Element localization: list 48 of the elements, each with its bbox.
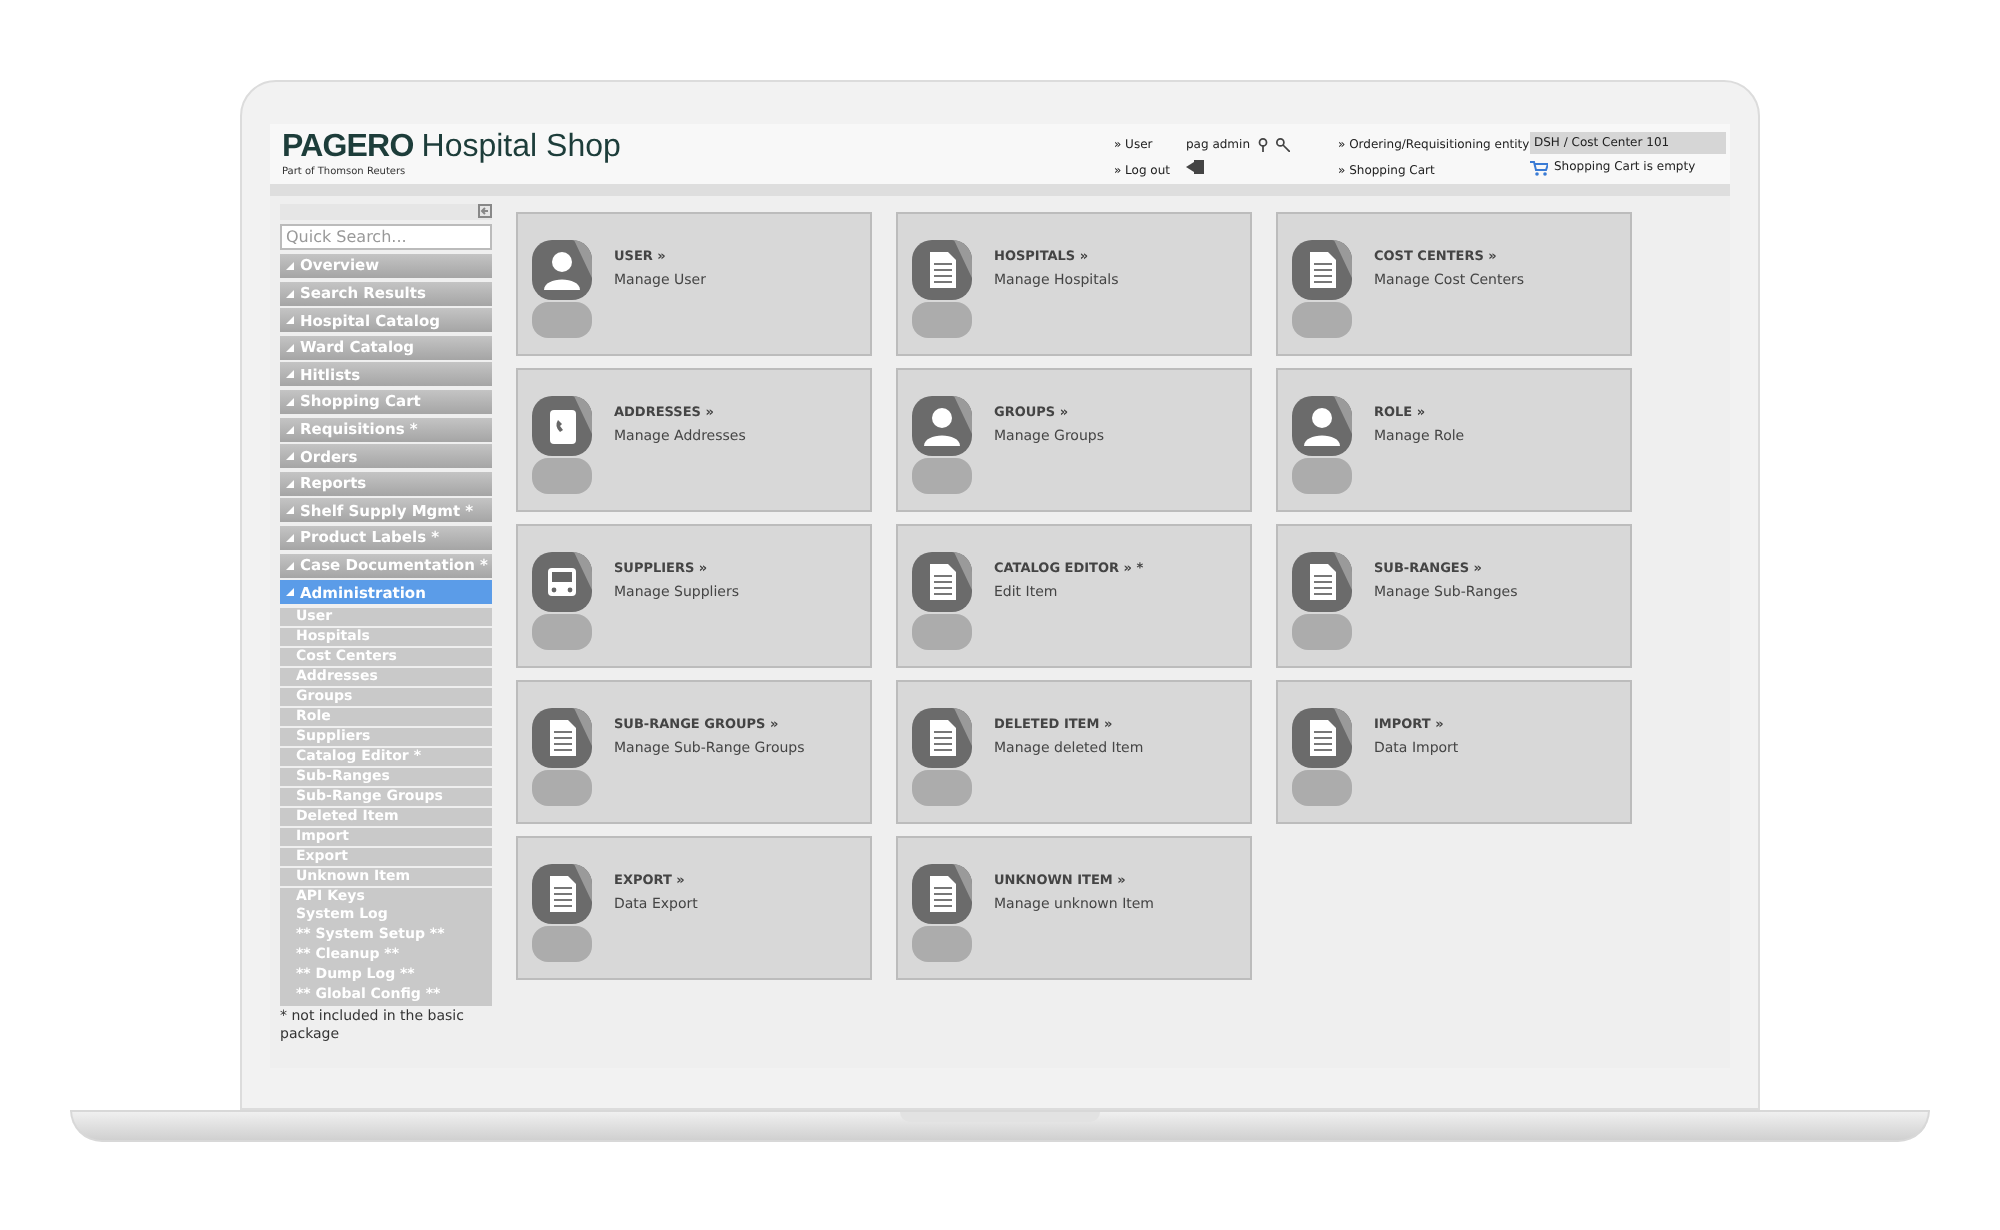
arrow-icon [286, 370, 294, 379]
icon-reflection [530, 302, 594, 338]
document-icon [530, 706, 594, 770]
address-book-icon [530, 394, 594, 458]
icon-reflection [530, 770, 594, 806]
arrow-icon [286, 533, 294, 542]
user-icon [1290, 394, 1354, 458]
document-icon [1290, 550, 1354, 614]
document-icon [910, 550, 974, 614]
arrow-icon [286, 506, 294, 515]
icon-reflection [530, 614, 594, 650]
user-icon [910, 394, 974, 458]
arrow-icon [286, 588, 294, 597]
icon-reflection [530, 926, 594, 962]
icon-reflection [910, 458, 974, 494]
icon-reflection [1290, 614, 1354, 650]
icon-reflection [530, 458, 594, 494]
arrow-icon [286, 479, 294, 488]
document-icon [910, 706, 974, 770]
truck-icon [530, 550, 594, 614]
icon-reflection [910, 302, 974, 338]
product-name: Hospital Shop [421, 132, 621, 164]
document-icon [1290, 706, 1354, 770]
document-icon [910, 862, 974, 926]
icon-reflection [1290, 770, 1354, 806]
shopping-cart-icon[interactable] [1530, 159, 1548, 175]
arrow-icon [286, 561, 294, 570]
arrow-icon [286, 397, 294, 406]
arrow-icon [286, 316, 294, 325]
brand-logo[interactable]: PAGERO [282, 132, 414, 164]
arrow-icon [286, 452, 294, 461]
document-icon [1290, 238, 1354, 302]
arrow-icon [286, 425, 294, 434]
arrow-icon [286, 343, 294, 352]
icon-reflection [910, 614, 974, 650]
icon-reflection [1290, 458, 1354, 494]
key-icon[interactable] [1256, 138, 1271, 152]
logout-icon[interactable] [1186, 160, 1204, 174]
arrow-icon [286, 289, 294, 298]
document-icon [910, 238, 974, 302]
icon-reflection [910, 926, 974, 962]
search-field[interactable]: Quick Search... [280, 224, 492, 250]
icon-reflection [910, 770, 974, 806]
arrow-icon [286, 262, 294, 270]
collapse-icon[interactable] [478, 204, 492, 218]
user-icon [530, 238, 594, 302]
document-icon [530, 862, 594, 926]
icon-reflection [1290, 302, 1354, 338]
